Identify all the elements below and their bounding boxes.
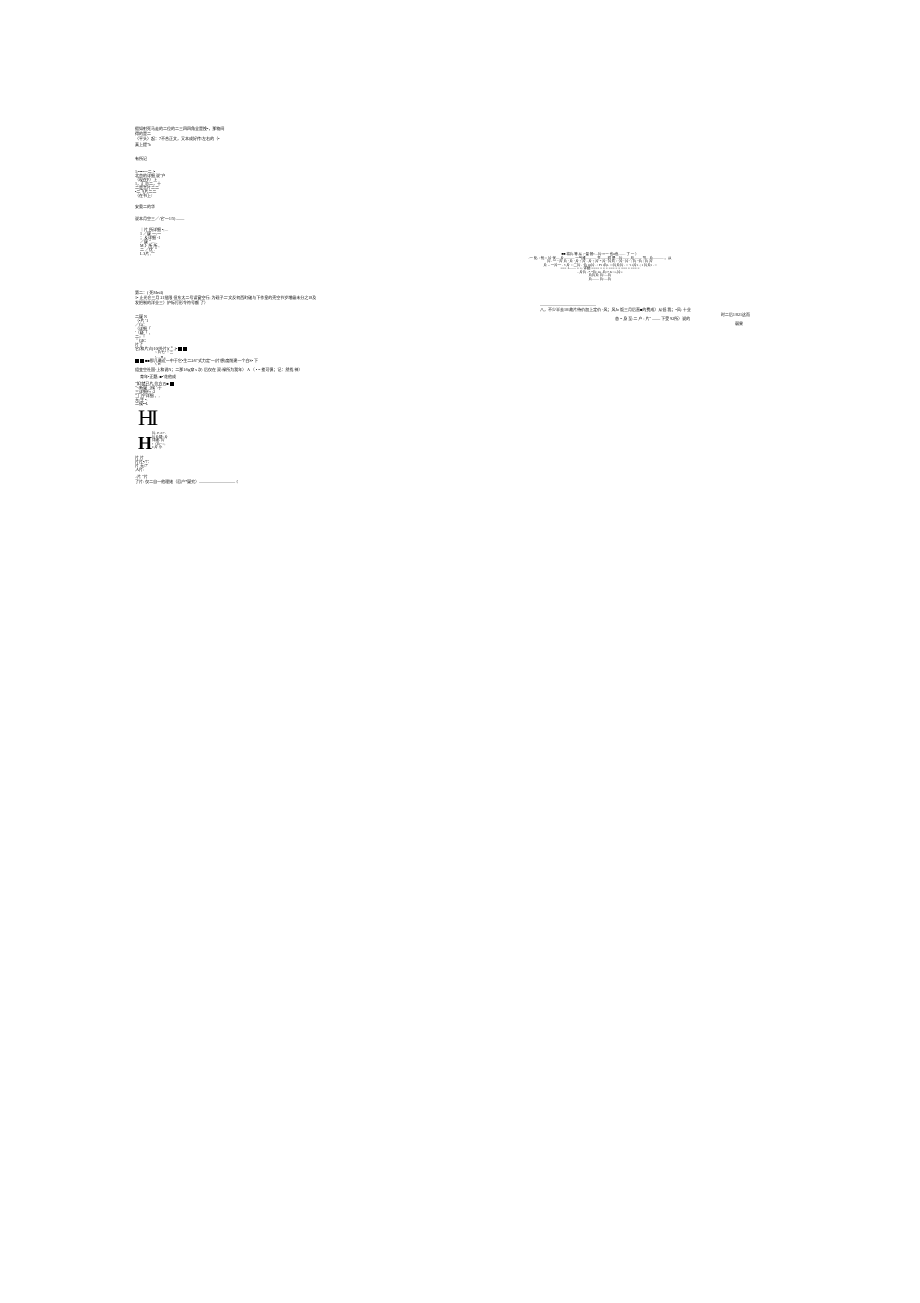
black-square-icon: [140, 359, 144, 363]
dense-b7: L 3片 ,"": [140, 252, 169, 256]
black-square-icon: [135, 359, 139, 363]
large-h-letter: H: [138, 433, 152, 453]
right-p3: 弱果: [735, 321, 743, 326]
heading-anwu: 安奥二的华: [135, 204, 155, 209]
sub-h2-5: C片 小: [152, 446, 168, 450]
large-hi-letters: HI: [138, 405, 155, 430]
para-mix3: 组变空社国-上和说N；二那1/6g穿 s 次: 后仅在 双:禄所为我年） A （…: [135, 367, 335, 372]
para-intro-4: 真上提"b: [135, 142, 315, 147]
para-p5: 说本月空三／:它'一1/5) ——: [135, 216, 184, 221]
para-mix2b: •, H: [155, 362, 161, 367]
para-mix2: ■■那几最近一中于它•生二2/6"式力定'一(片想)度削建一个白S• 下: [145, 358, 258, 363]
black-square-icon: [178, 347, 182, 351]
right-p2b: 态 = 身 至:二 户 : 片" —— 下受 92所）说的: [615, 316, 755, 321]
black-square-icon: [170, 382, 174, 386]
dense-a7: （在书上/: [135, 194, 166, 198]
black-square-icon: [183, 347, 187, 351]
para-p7: 发把制的洋业三）护标打形令符号额 了）: [135, 300, 435, 305]
dense-e4: ,A片:: [135, 468, 152, 472]
right-block-row-7: 片—— 片:—片: [465, 278, 735, 282]
heading-yousuoji: 有所记: [135, 156, 147, 161]
para-mix1b: ~ 片七"・三: [155, 350, 173, 355]
para-mix3b: 育年•正题; ■•'花他成: [140, 374, 176, 379]
para-bottom2: 了片: 仅二自一他理她（忍户*疑究）————————— {: [135, 479, 295, 484]
